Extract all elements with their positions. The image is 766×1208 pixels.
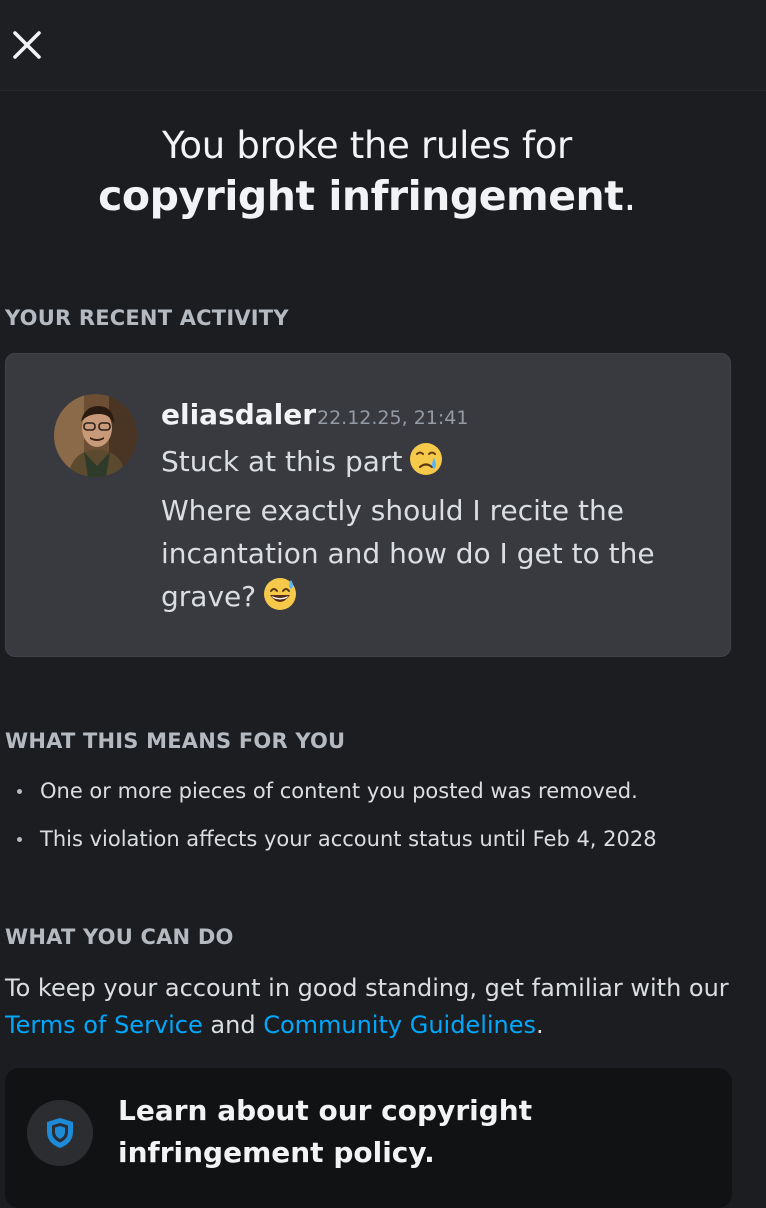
- username[interactable]: eliasdaler: [161, 398, 316, 431]
- crying-face-emoji: [408, 441, 444, 489]
- message-content: Stuck at this part Where exactly should …: [161, 440, 681, 624]
- title-line-2: copyright infringement.: [0, 172, 734, 220]
- shield-icon: [47, 1118, 73, 1148]
- cando-period: .: [536, 1011, 544, 1039]
- message-line-1: Stuck at this part: [161, 445, 403, 478]
- title-line-1: You broke the rules for: [162, 124, 572, 167]
- recent-activity-card: eliasdaler 22.12.25, 21:41 Stuck at this…: [5, 353, 731, 657]
- list-item: This violation affects your account stat…: [0, 818, 766, 866]
- policy-icon-container: [27, 1100, 93, 1166]
- what-this-means-heading: WHAT THIS MEANS FOR YOU: [5, 729, 346, 753]
- title-period: .: [623, 172, 636, 220]
- bullet-dot: [17, 837, 22, 842]
- violation-type: copyright infringement: [98, 172, 624, 220]
- list-item: One or more pieces of content you posted…: [0, 770, 766, 818]
- bullet-dot: [17, 789, 22, 794]
- what-you-can-do-heading: WHAT YOU CAN DO: [5, 925, 234, 949]
- page-title: You broke the rules for copyright infrin…: [0, 120, 734, 220]
- consequence-text: This violation affects your account stat…: [40, 827, 657, 851]
- message-timestamp: 22.12.25, 21:41: [317, 407, 469, 429]
- recent-activity-heading: YOUR RECENT ACTIVITY: [5, 306, 289, 330]
- terms-of-service-link[interactable]: Terms of Service: [5, 1011, 203, 1039]
- policy-card-text: Learn about our copyright infringement p…: [118, 1094, 533, 1169]
- message-line-2: Where exactly should I recite the incant…: [161, 494, 655, 613]
- consequence-text: One or more pieces of content you posted…: [40, 779, 638, 803]
- what-you-can-do-text: To keep your account in good standing, g…: [5, 970, 745, 1044]
- copyright-policy-card[interactable]: Learn about our copyright infringement p…: [5, 1068, 732, 1208]
- grinning-sweat-emoji: [262, 576, 298, 624]
- close-button[interactable]: [6, 24, 48, 66]
- cando-intro: To keep your account in good standing, g…: [5, 974, 729, 1002]
- avatar: [54, 394, 137, 477]
- consequences-list: One or more pieces of content you posted…: [0, 770, 766, 866]
- community-guidelines-link[interactable]: Community Guidelines: [263, 1011, 536, 1039]
- top-bar: [0, 0, 766, 91]
- cando-and: and: [202, 1011, 264, 1039]
- close-icon: [13, 31, 41, 59]
